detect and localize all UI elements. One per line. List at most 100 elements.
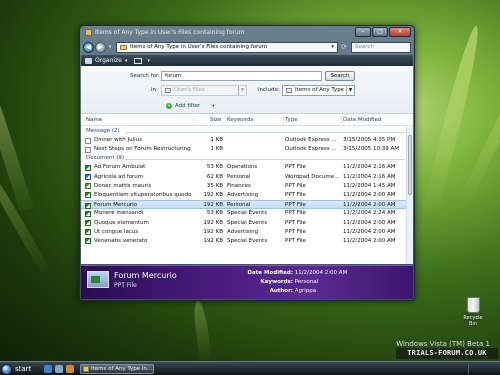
file-size: 192 KB bbox=[203, 202, 223, 209]
recycle-bin[interactable]: Recycle Bin bbox=[459, 297, 487, 327]
history-dropdown-icon[interactable]: ▾ bbox=[107, 44, 113, 50]
search-input[interactable]: Search bbox=[351, 41, 411, 53]
file-row[interactable]: Munere mensandi 53 KB Special Events PPT Fi… bbox=[81, 209, 413, 218]
vertical-scrollbar[interactable] bbox=[406, 127, 413, 264]
file-row[interactable]: Quoque elementum 192 KB Special Events PPT … bbox=[81, 219, 413, 228]
add-filter-label: Add filter bbox=[175, 103, 201, 109]
details-keywords-label: Keywords: bbox=[260, 279, 293, 285]
file-type: Outlook Express ... bbox=[285, 137, 337, 143]
organize-button[interactable]: Organize bbox=[95, 57, 122, 64]
file-name: Quoque elementum bbox=[94, 219, 149, 226]
chevron-down-icon[interactable]: ▾ bbox=[212, 104, 214, 109]
column-header-size[interactable]: Size bbox=[210, 117, 221, 123]
ppt-icon bbox=[85, 220, 91, 226]
ppt-icon bbox=[85, 210, 91, 217]
maximize-button[interactable]: □ bbox=[372, 27, 388, 37]
column-divider[interactable] bbox=[283, 116, 284, 125]
system-tray bbox=[468, 364, 498, 374]
file-row[interactable]: Ad Forum Ambulat 53 KB Operations PPT File 1… bbox=[81, 163, 413, 172]
scrollbar-thumb[interactable] bbox=[408, 135, 412, 195]
file-name: Agricola ad forum bbox=[94, 173, 144, 180]
close-button[interactable]: ✕ bbox=[389, 27, 411, 37]
column-divider[interactable] bbox=[193, 116, 194, 125]
chevron-down-icon[interactable]: ▾ bbox=[147, 58, 150, 64]
file-keywords: Special Events bbox=[227, 219, 268, 226]
group-divider bbox=[125, 132, 405, 133]
file-name: Ad Forum Ambulat bbox=[94, 164, 146, 171]
include-select[interactable]: Items of Any Type ▼ bbox=[282, 85, 355, 96]
forward-button[interactable]: ▶ bbox=[95, 41, 106, 53]
chevron-down-icon[interactable]: ▾ bbox=[125, 58, 128, 64]
column-header-date[interactable]: Date Modified bbox=[343, 117, 381, 123]
file-keywords: Finances bbox=[227, 182, 251, 189]
file-date: 11/2/2004 2:00 AM bbox=[343, 202, 396, 209]
column-header-keywords[interactable]: Keywords bbox=[227, 117, 253, 123]
explorer-window[interactable]: Items of Any Type in User's Files contai… bbox=[79, 25, 415, 301]
details-date-label: Date Modified: bbox=[247, 270, 293, 276]
caption-buttons: – □ ✕ bbox=[355, 27, 411, 37]
add-filter-button[interactable]: + Add filter ▾ bbox=[166, 103, 214, 109]
file-size: 62 KB bbox=[206, 173, 223, 180]
file-keywords: Personal bbox=[227, 202, 251, 209]
chevron-down-icon[interactable]: ▾ bbox=[328, 44, 337, 50]
details-keywords-row: Keywords: Personal bbox=[229, 279, 319, 285]
file-keywords: Special Events bbox=[227, 237, 268, 244]
chevron-down-icon[interactable]: ▼ bbox=[238, 86, 246, 95]
column-headers: Name Size Keywords Type Date Modified bbox=[81, 115, 413, 126]
location-select[interactable]: User's Files ▼ bbox=[161, 85, 247, 96]
quicklaunch-ie-icon[interactable] bbox=[44, 365, 52, 373]
file-date: 11/2/2004 2:24 AM bbox=[343, 210, 396, 217]
file-type: PPT File bbox=[285, 219, 306, 226]
file-date: 11/2/2004 2:16 AM bbox=[343, 173, 396, 180]
search-button[interactable]: Search bbox=[325, 71, 355, 81]
file-name: Forum Mercurio bbox=[94, 202, 138, 209]
mail-icon bbox=[85, 146, 91, 153]
taskbar-window-button[interactable]: Items of Any Type in... bbox=[80, 364, 154, 374]
file-type: PPT File bbox=[285, 228, 306, 235]
details-file-name: Forum Mercurio bbox=[114, 271, 177, 280]
back-button[interactable]: ◀ bbox=[83, 41, 94, 53]
file-date: 3/15/2005 4:35 PM bbox=[343, 137, 396, 143]
column-header-name[interactable]: Name bbox=[86, 117, 102, 123]
views-button[interactable]: ▾ bbox=[134, 57, 150, 64]
file-size: 192 KB bbox=[203, 237, 223, 244]
details-author-row: Author: Agrippa bbox=[229, 288, 317, 294]
file-row[interactable]: Venenatis venerato 192 KB Special Events PP… bbox=[81, 237, 413, 246]
address-bar[interactable]: Items of Any Type in User's Files contai… bbox=[116, 41, 338, 53]
folder-icon bbox=[85, 29, 92, 36]
file-type: PPT File bbox=[285, 202, 306, 209]
file-row[interactable]: Forum Mercurio 192 KB Personal PPT File 11/2… bbox=[81, 200, 413, 210]
column-divider[interactable] bbox=[341, 116, 342, 125]
chevron-down-icon[interactable]: ▼ bbox=[346, 86, 354, 95]
folder-icon bbox=[83, 366, 89, 372]
start-button[interactable]: start bbox=[1, 363, 31, 375]
file-date: 11/2/2004 1:45 AM bbox=[343, 182, 396, 189]
refresh-icon[interactable]: ⟳ bbox=[339, 42, 349, 53]
file-row[interactable]: Agricola ad forum 62 KB Personal Wordpad Do… bbox=[81, 173, 413, 182]
file-type: Wordpad Docume... bbox=[285, 173, 340, 180]
file-size: 192 KB bbox=[203, 191, 223, 198]
file-keywords: Personal bbox=[227, 173, 251, 180]
file-row[interactable]: Next Steps on Forum Restructuring 1 KB Out… bbox=[81, 145, 413, 154]
file-size: 1 KB bbox=[210, 137, 223, 143]
group-header[interactable]: Document (9) bbox=[81, 154, 413, 163]
file-type: PPT File bbox=[285, 191, 306, 198]
file-row[interactable]: Donec mattis mauris 35 KB Finances PPT File… bbox=[81, 182, 413, 191]
file-row[interactable]: Dinner with Julius 1 KB Outlook Express ..… bbox=[81, 136, 413, 145]
include-value: Items of Any Type bbox=[295, 87, 345, 93]
file-row[interactable]: Eloquentiam vituperatoribus quodo 192 KB A… bbox=[81, 191, 413, 200]
minimize-button[interactable]: – bbox=[355, 27, 371, 37]
column-header-type[interactable]: Type bbox=[285, 117, 298, 123]
in-label: in: bbox=[151, 87, 158, 93]
group-header[interactable]: Message (2) bbox=[81, 127, 413, 136]
file-size: 35 KB bbox=[206, 182, 223, 189]
quicklaunch-media-icon[interactable] bbox=[66, 365, 74, 373]
title-bar[interactable]: Items of Any Type in User's Files contai… bbox=[80, 26, 414, 39]
file-keywords: Advertising bbox=[227, 191, 259, 198]
quicklaunch-desktop-icon[interactable] bbox=[55, 365, 63, 373]
column-divider[interactable] bbox=[225, 116, 226, 125]
file-row[interactable]: Ut congue lacus 192 KB Advertising PPT File… bbox=[81, 228, 413, 237]
site-watermark: TRIALS-FORUM.CO.UK bbox=[396, 348, 498, 359]
search-for-input[interactable]: forum bbox=[161, 71, 322, 81]
file-date: 11/2/2004 2:16 AM bbox=[343, 164, 396, 171]
